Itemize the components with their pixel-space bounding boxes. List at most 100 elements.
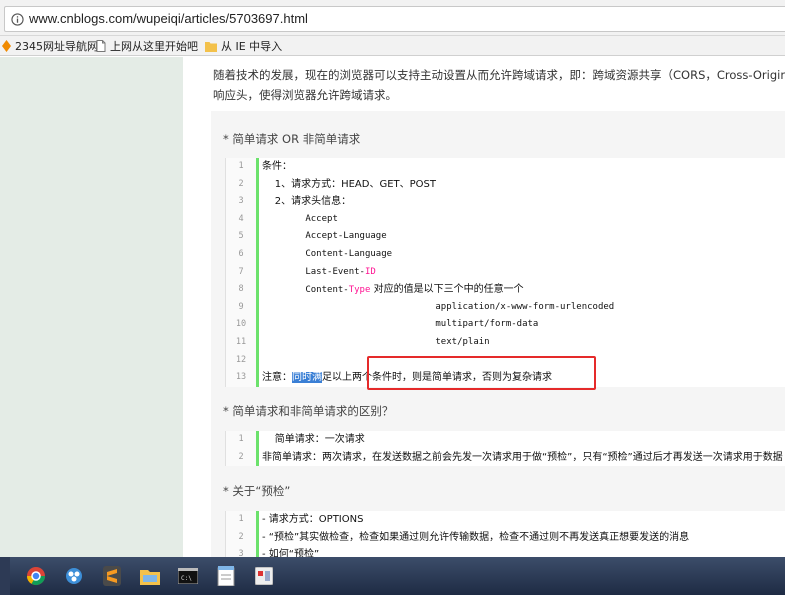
code-segment: Content- — [262, 285, 349, 296]
code-segment: 条件： — [262, 161, 292, 172]
gutter-bar — [256, 158, 259, 176]
code-block-conditions: 1 条件： 2 1、请求方式：HEAD、GET、POST 3 2、请求头信息： 4 Ac… — [225, 158, 785, 387]
line-number: 1 — [226, 431, 256, 449]
gutter-bar — [256, 298, 259, 317]
bookmark-2345[interactable]: 2345网址导航网 — [2, 38, 98, 54]
code-segment: Accept — [262, 213, 338, 224]
gutter-bar — [256, 316, 259, 334]
code-text: 条件： — [262, 158, 292, 177]
taskbar-edge — [0, 557, 10, 595]
code-text: Last-Event-ID — [262, 264, 376, 282]
code-line: 2 1、请求方式：HEAD、GET、POST — [226, 175, 785, 195]
explorer-icon[interactable] — [132, 561, 168, 591]
bookmark-ie-import[interactable]: 从 IE 中导入 — [205, 38, 282, 54]
section-heading: * 简单请求 OR 非简单请求 — [223, 132, 361, 146]
code-line: 5 Accept-Language — [226, 228, 785, 246]
code-text: Content-Type 对应的值是以下三个中的任意一个 — [262, 281, 523, 300]
code-text: 2、请求头信息： — [262, 193, 351, 212]
folder-icon — [205, 41, 217, 52]
line-number: 11 — [226, 333, 256, 352]
line-number: 3 — [226, 546, 256, 557]
gutter-bar — [256, 210, 259, 229]
bookmark-start[interactable]: 上网从这里开始吧 — [96, 38, 198, 54]
code-keyword: ID — [364, 266, 376, 277]
section-heading: * 简单请求和非简单请求的区别？ — [223, 404, 394, 418]
intro-paragraph-cont: 响应头，使得浏览器允许跨域请求。 — [213, 88, 397, 102]
code-text: 简单请求：一次请求 — [262, 431, 365, 450]
highlight-annotation-box — [367, 356, 596, 390]
chrome-icon[interactable] — [18, 561, 54, 591]
code-line: 3 - 如何“预检” — [226, 546, 785, 557]
taskbar: C:\ — [0, 557, 785, 595]
gutter-bar — [256, 228, 259, 246]
line-number: 12 — [226, 351, 256, 370]
code-line: 11 text/plain — [226, 333, 785, 352]
selected-text: 同时满 — [292, 372, 322, 384]
code-segment: 2、请求头信息： — [262, 196, 352, 208]
network-icon[interactable] — [56, 561, 92, 591]
code-line: 6 Content-Language — [226, 245, 785, 264]
orange-logo-icon — [2, 40, 11, 52]
gutter-bar — [256, 448, 259, 467]
code-segment: 简单请求：一次请求 — [262, 434, 365, 445]
gutter-bar — [256, 511, 259, 529]
code-text: 1、请求方式：HEAD、GET、POST — [262, 176, 436, 195]
code-text: application/x-www-form-urlencoded — [262, 299, 614, 317]
line-number: 9 — [226, 298, 256, 317]
code-line: 2 - “预检”其实做检查，检查如果通过则允许传输数据，检查不通过则不再发送真正想… — [226, 528, 785, 548]
line-number: 5 — [226, 228, 256, 246]
line-number: 1 — [226, 158, 256, 176]
left-sidebar — [0, 57, 183, 557]
line-number: 6 — [226, 245, 256, 264]
bookmark-label: 从 IE 中导入 — [221, 40, 283, 53]
line-number: 1 — [226, 511, 256, 529]
code-text: 非简单请求：两次请求，在发送数据之前会先发一次请求用于做“预检”，只有“预检”通… — [262, 449, 783, 468]
gutter-bar — [256, 333, 259, 352]
cmd-icon[interactable]: C:\ — [170, 561, 206, 591]
code-segment: - “预检”其实做检查，检查如果通过则允许传输数据，检查不通过则不再发送真正想要… — [262, 531, 690, 543]
page-icon — [96, 40, 106, 52]
code-text: Accept-Language — [262, 228, 387, 246]
article-content: 随着技术的发展，现在的浏览器可以支持主动设置从而允许跨域请求，即：跨域资源共享（… — [183, 57, 785, 557]
gutter-bar — [256, 245, 259, 264]
gutter-bar — [256, 281, 259, 299]
line-number: 2 — [226, 448, 256, 467]
section-heading: * 关于“预检” — [223, 484, 291, 498]
code-segment: - 如何“预检” — [262, 549, 320, 557]
line-number: 13 — [226, 369, 256, 387]
code-keyword: Type — [348, 285, 371, 296]
code-text: Accept — [262, 211, 338, 229]
code-line: 9 application/x-www-form-urlencoded — [226, 298, 785, 317]
line-number: 8 — [226, 281, 256, 299]
code-segment: 1、请求方式：HEAD、GET、POST — [262, 178, 436, 190]
bookmark-label: 2345网址导航网 — [15, 40, 98, 53]
code-segment: Accept-Language — [262, 231, 387, 242]
bookmarks-bar: 2345网址导航网 上网从这里开始吧 从 IE 中导入 — [0, 36, 785, 56]
svg-text:C:\: C:\ — [181, 575, 192, 582]
code-segment: Content-Language — [262, 248, 393, 259]
code-text: - “预检”其实做检查，检查如果通过则允许传输数据，检查不通过则不再发送真正想要… — [262, 529, 689, 548]
gutter-bar — [256, 351, 259, 370]
intro-paragraph: 随着技术的发展，现在的浏览器可以支持主动设置从而允许跨域请求，即：跨域资源共享（… — [213, 68, 785, 82]
code-line: 2 非简单请求：两次请求，在发送数据之前会先发一次请求用于做“预检”，只有“预检”… — [226, 448, 785, 468]
app-icon[interactable] — [246, 561, 282, 591]
code-segment: Last-Event- — [262, 266, 365, 277]
notepad-icon[interactable] — [208, 561, 244, 591]
code-line: 1 简单请求：一次请求 — [226, 431, 785, 449]
gutter-bar — [256, 193, 259, 211]
code-segment: multipart/form-data — [262, 319, 539, 330]
code-line: 8 Content-Type 对应的值是以下三个中的任意一个 — [226, 281, 785, 299]
line-number: 3 — [226, 193, 256, 211]
sublime-icon[interactable] — [94, 561, 130, 591]
gutter-bar — [256, 263, 259, 282]
gutter-bar — [256, 431, 259, 449]
code-block-difference: 1 简单请求：一次请求 2 非简单请求：两次请求，在发送数据之前会先发一次请求用于做… — [225, 431, 785, 468]
code-line: 3 2、请求头信息： — [226, 193, 785, 211]
code-line: 1 - 请求方式：OPTIONS — [226, 511, 785, 529]
code-line: 4 Accept — [226, 210, 785, 229]
code-segment: - 请求方式：OPTIONS — [262, 514, 364, 525]
code-segment: text/plain — [262, 336, 490, 347]
url-input[interactable]: www.cnblogs.com/wupeiqi/articles/5703697… — [4, 6, 785, 32]
info-icon[interactable] — [11, 13, 24, 26]
bookmark-label: 上网从这里开始吧 — [110, 40, 198, 53]
